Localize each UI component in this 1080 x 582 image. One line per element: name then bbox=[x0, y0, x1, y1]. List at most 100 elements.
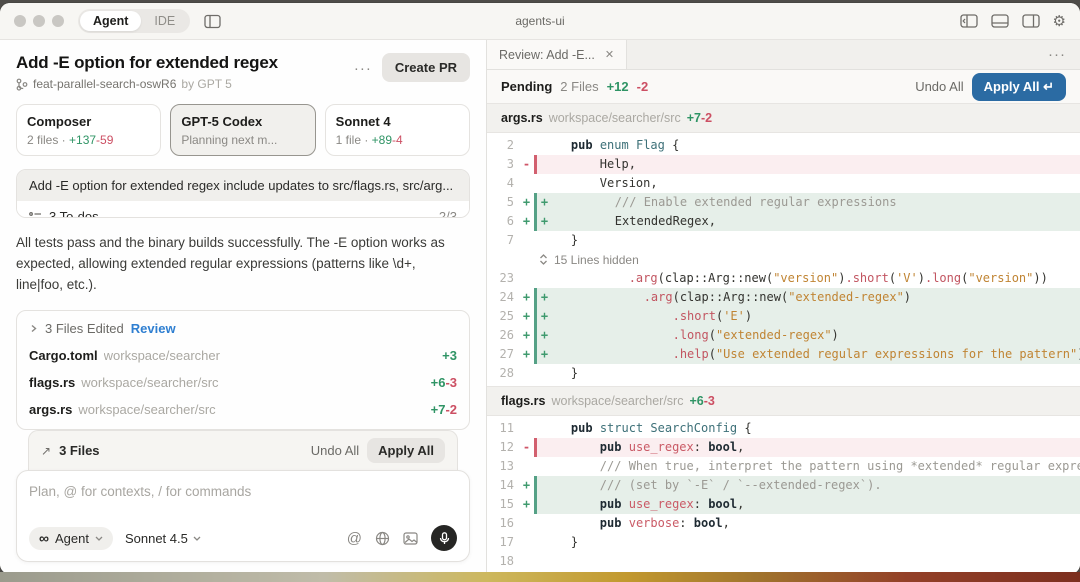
agent-card-stats: Planning next m... bbox=[181, 133, 304, 147]
file-row[interactable]: flags.rsworkspace/searcher/src+6-3 bbox=[17, 369, 469, 396]
line-body: } bbox=[534, 231, 1080, 250]
diff-marker bbox=[519, 231, 534, 250]
diff-marker: + bbox=[519, 326, 534, 345]
microphone-icon bbox=[439, 532, 450, 545]
task-box[interactable]: Add -E option for extended regex include… bbox=[16, 169, 470, 218]
sidebar-toggle-icon[interactable] bbox=[204, 14, 221, 29]
diff-marker: - bbox=[519, 155, 534, 174]
code-text: /// When true, interpret the pattern usi… bbox=[537, 457, 1080, 476]
diff-code-block: 2 pub enum Flag {3- Help,4 Version,5++ /… bbox=[487, 133, 1080, 387]
pending-files-bar: ↗ 3 Files Undo All Apply All bbox=[28, 430, 458, 470]
agent-mode-dropdown[interactable]: ∞ Agent bbox=[29, 527, 113, 550]
diff-line: 26++ .long("extended-regex") bbox=[487, 326, 1080, 345]
review-link[interactable]: Review bbox=[131, 321, 176, 336]
microphone-button[interactable] bbox=[431, 525, 457, 551]
files-edited-card: 3 Files Edited Review Cargo.tomlworkspac… bbox=[16, 310, 470, 430]
line-number: 24 bbox=[487, 288, 519, 307]
branch-name: feat-parallel-search-oswR6 bbox=[33, 77, 176, 91]
line-number: 11 bbox=[487, 419, 519, 438]
panel-right-icon[interactable] bbox=[1022, 14, 1040, 28]
diff-line: 18 bbox=[487, 552, 1080, 571]
model-dropdown[interactable]: Sonnet 4.5 bbox=[125, 531, 201, 546]
diff-inner-marker: + bbox=[537, 326, 552, 345]
at-mention-icon[interactable]: @ bbox=[347, 531, 362, 546]
maximize-window-button[interactable] bbox=[52, 15, 64, 27]
line-number: 18 bbox=[487, 552, 519, 571]
chat-composer: ∞ Agent Sonnet 4.5 @ bbox=[16, 470, 470, 562]
file-row[interactable]: args.rsworkspace/searcher/src+7-2 bbox=[17, 396, 469, 423]
apply-all-button[interactable]: Apply All bbox=[367, 438, 445, 463]
chevron-right-icon[interactable] bbox=[29, 324, 38, 333]
diff-code-block: 11 pub struct SearchConfig {12- pub use_… bbox=[487, 416, 1080, 574]
line-body: pub verbose: bool, bbox=[534, 514, 1080, 533]
line-body: Version, bbox=[534, 174, 1080, 193]
line-number: 25 bbox=[487, 307, 519, 326]
branch-icon bbox=[16, 78, 28, 91]
diff-inner-marker: + bbox=[537, 212, 552, 231]
tab-review[interactable]: Review: Add -E... ✕ bbox=[487, 40, 627, 69]
diff-marker bbox=[519, 364, 534, 383]
diff-line: 6++ ExtendedRegex, bbox=[487, 212, 1080, 231]
diff-line: 2 pub enum Flag { bbox=[487, 136, 1080, 155]
line-body: + .long("extended-regex") bbox=[534, 326, 1080, 345]
line-body: + .help("Use extended regular expression… bbox=[534, 345, 1080, 364]
diff-marker: + bbox=[519, 345, 534, 364]
diff-line: 14+ /// (set by `-E` / `--extended-regex… bbox=[487, 476, 1080, 495]
diff-line: 3- Help, bbox=[487, 155, 1080, 174]
line-number: 5 bbox=[487, 193, 519, 212]
line-number: 6 bbox=[487, 212, 519, 231]
diff-file-path: workspace/searcher/src bbox=[549, 111, 681, 125]
arrow-up-right-icon: ↗ bbox=[41, 444, 51, 458]
agent-card-title: Composer bbox=[27, 114, 91, 129]
hidden-lines-row[interactable]: 15 Lines hidden bbox=[487, 250, 1080, 269]
code-text: pub enum Flag { bbox=[537, 136, 1080, 155]
more-options-icon[interactable]: ··· bbox=[354, 53, 372, 76]
diff-view[interactable]: args.rsworkspace/searcher/src+7-2 2 pub e… bbox=[487, 104, 1080, 574]
close-window-button[interactable] bbox=[14, 15, 26, 27]
review-apply-all-button[interactable]: Apply All ↵ bbox=[972, 73, 1066, 101]
diff-line: 28 } bbox=[487, 364, 1080, 383]
panel-bottom-icon[interactable] bbox=[991, 14, 1009, 28]
close-tab-icon[interactable]: ✕ bbox=[605, 48, 614, 61]
code-text: pub struct SearchConfig { bbox=[537, 419, 1080, 438]
gear-icon[interactable]: ⚙ bbox=[1053, 14, 1066, 29]
code-text: pub verbose: bool, bbox=[537, 514, 1080, 533]
agent-card[interactable]: Sonnet 41 file · +89-4 bbox=[325, 104, 470, 156]
prompt-input[interactable] bbox=[29, 484, 457, 499]
line-body: pub use_regex: bool, bbox=[534, 438, 1080, 457]
diff-line: 15+ pub use_regex: bool, bbox=[487, 495, 1080, 514]
agent-card-stats: 2 files · +137-59 bbox=[27, 133, 150, 147]
review-undo-all-button[interactable]: Undo All bbox=[915, 79, 963, 94]
tab-agent[interactable]: Agent bbox=[80, 11, 141, 31]
window-titlebar: agents-ui Agent IDE ⚙ bbox=[0, 3, 1080, 40]
file-row[interactable]: Cargo.tomlworkspace/searcher+3 bbox=[17, 342, 469, 369]
agent-panel: Add -E option for extended regex feat-pa… bbox=[0, 40, 487, 574]
minimize-window-button[interactable] bbox=[33, 15, 45, 27]
globe-icon[interactable] bbox=[375, 531, 390, 546]
agent-card[interactable]: GPT-5 CodexPlanning next m... bbox=[170, 104, 315, 156]
diff-line: 17 } bbox=[487, 533, 1080, 552]
diff-file-path: workspace/searcher/src bbox=[551, 394, 683, 408]
todo-count: 3 To-dos bbox=[49, 209, 99, 218]
tabbar-more-options-icon[interactable]: ··· bbox=[1034, 40, 1080, 69]
agent-card[interactable]: Composer 2 files · +137-59 bbox=[16, 104, 161, 156]
diff-line: 25++ .short('E') bbox=[487, 307, 1080, 326]
review-panel: Review: Add -E... ✕ ··· Pending 2 Files … bbox=[487, 40, 1080, 574]
undo-all-button[interactable]: Undo All bbox=[311, 443, 359, 458]
diff-marker: - bbox=[519, 438, 534, 457]
line-body: pub struct SearchConfig { bbox=[534, 419, 1080, 438]
diff-file-header[interactable]: flags.rsworkspace/searcher/src+6-3 bbox=[487, 387, 1080, 416]
diff-inner-marker: + bbox=[537, 288, 552, 307]
tab-ide[interactable]: IDE bbox=[141, 11, 188, 31]
diff-file-header[interactable]: args.rsworkspace/searcher/src+7-2 bbox=[487, 104, 1080, 133]
mode-switcher: Agent IDE bbox=[78, 9, 190, 33]
create-pr-button[interactable]: Create PR bbox=[382, 53, 470, 82]
image-icon[interactable] bbox=[403, 532, 418, 545]
diff-line: 11 pub struct SearchConfig { bbox=[487, 419, 1080, 438]
diff-line: 7 } bbox=[487, 231, 1080, 250]
collapse-left-panel-icon[interactable] bbox=[960, 14, 978, 28]
diff-marker bbox=[519, 552, 534, 571]
pending-files-count: 2 Files bbox=[560, 79, 598, 94]
code-text: Help, bbox=[537, 155, 1080, 174]
code-text bbox=[537, 552, 1080, 571]
